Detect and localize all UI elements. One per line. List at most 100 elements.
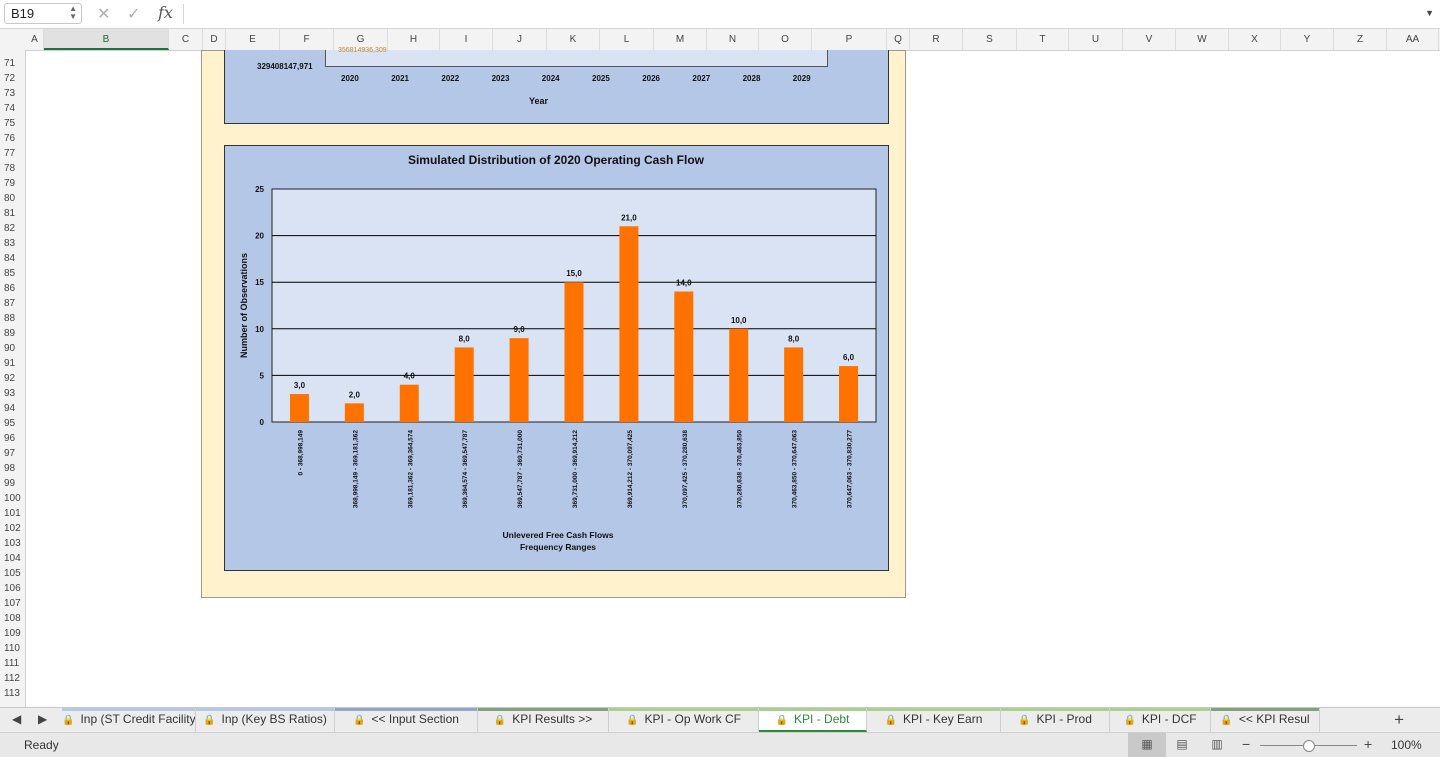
sheet-tab[interactable]: 🔒 << Input Section [335,708,478,732]
expand-formula-bar-icon[interactable]: ▼ [1425,8,1434,18]
row-header-84[interactable]: 84 [0,251,24,266]
row-header-100[interactable]: 100 [0,491,24,506]
name-box[interactable]: B19 ▲ ▼ [4,3,82,24]
row-header-73[interactable]: 73 [0,86,24,101]
row-header-71[interactable]: 71 [0,56,24,71]
row-header-109[interactable]: 109 [0,626,24,641]
row-header-104[interactable]: 104 [0,551,24,566]
sheet-tab[interactable]: 🔒 Inp (Key BS Ratios) [196,708,335,732]
row-header-80[interactable]: 80 [0,191,24,206]
row-header-79[interactable]: 79 [0,176,24,191]
row-header-106[interactable]: 106 [0,581,24,596]
column-header-D[interactable]: D [203,29,226,50]
page-break-view-icon[interactable]: ▥ [1208,737,1226,751]
row-header-89[interactable]: 89 [0,326,24,341]
prev-sheet-icon[interactable]: ◀ [12,712,21,726]
row-header-112[interactable]: 112 [0,671,24,686]
column-header-V[interactable]: V [1123,29,1176,50]
confirm-icon[interactable]: ✓ [127,4,140,24]
row-header-94[interactable]: 94 [0,401,24,416]
column-header-B[interactable]: B [44,29,169,50]
column-header-E[interactable]: E [226,29,280,50]
page-layout-view-icon[interactable]: ▤ [1173,737,1191,751]
row-header-97[interactable]: 97 [0,446,24,461]
sheet-tab[interactable]: 🔒 KPI - Prod [1001,708,1110,732]
name-box-spinner-icon[interactable]: ▲ ▼ [69,5,77,21]
column-header-N[interactable]: N [707,29,759,50]
row-header-111[interactable]: 111 [0,656,24,671]
row-header-110[interactable]: 110 [0,641,24,656]
row-header-87[interactable]: 87 [0,296,24,311]
row-header-113[interactable]: 113 [0,686,24,701]
column-header-I[interactable]: I [440,29,493,50]
sheet-tab[interactable]: 🔒 << KPI Resul [1211,708,1320,732]
column-header-M[interactable]: M [654,29,707,50]
normal-view-icon[interactable]: ▦ [1138,737,1156,751]
column-header-S[interactable]: S [963,29,1017,50]
sheet-tab[interactable]: 🔒 KPI - DCF [1110,708,1211,732]
row-header-93[interactable]: 93 [0,386,24,401]
row-header-91[interactable]: 91 [0,356,24,371]
row-header-82[interactable]: 82 [0,221,24,236]
row-header-99[interactable]: 99 [0,476,24,491]
row-header-77[interactable]: 77 [0,146,24,161]
column-header-F[interactable]: F [280,29,334,50]
add-sheet-button[interactable]: + [1394,710,1404,730]
zoom-level[interactable]: 100% [1391,738,1422,752]
column-header-R[interactable]: R [910,29,963,50]
row-header-95[interactable]: 95 [0,416,24,431]
bar [564,282,584,422]
column-header-C[interactable]: C [169,29,203,50]
column-header-O[interactable]: O [759,29,812,50]
row-header-83[interactable]: 83 [0,236,24,251]
sheet-tab[interactable]: 🔒 KPI - Debt [759,708,867,732]
row-header-72[interactable]: 72 [0,71,24,86]
column-header-Q[interactable]: Q [887,29,910,50]
sheet-tab[interactable]: 🔒 KPI - Key Earn [867,708,1001,732]
row-header-81[interactable]: 81 [0,206,24,221]
next-sheet-icon[interactable]: ▶ [38,712,47,726]
column-header-L[interactable]: L [600,29,654,50]
row-header-105[interactable]: 105 [0,566,24,581]
column-header-H[interactable]: H [388,29,440,50]
column-header-P[interactable]: P [812,29,887,50]
column-header-X[interactable]: X [1229,29,1281,50]
row-header-85[interactable]: 85 [0,266,24,281]
sheet-tab[interactable]: 🔒 KPI - Op Work CF [609,708,759,732]
row-header-78[interactable]: 78 [0,161,24,176]
zoom-slider-handle[interactable] [1303,740,1315,752]
row-header-76[interactable]: 76 [0,131,24,146]
row-header-107[interactable]: 107 [0,596,24,611]
zoom-out-button[interactable]: − [1242,736,1250,752]
row-header-75[interactable]: 75 [0,116,24,131]
row-header-102[interactable]: 102 [0,521,24,536]
row-header-108[interactable]: 108 [0,611,24,626]
row-header-96[interactable]: 96 [0,431,24,446]
formula-bar: B19 ▲ ▼ ✕ ✓ fx ▼ [0,0,1440,29]
data-label: 9,0 [514,325,526,334]
row-header-103[interactable]: 103 [0,536,24,551]
column-header-J[interactable]: J [493,29,547,50]
formula-input[interactable] [190,4,1415,24]
column-header-U[interactable]: U [1069,29,1123,50]
y-tick-label: 5 [260,371,265,380]
column-header-A[interactable]: A [26,29,44,50]
column-header-Y[interactable]: Y [1281,29,1334,50]
row-header-98[interactable]: 98 [0,461,24,476]
row-header-86[interactable]: 86 [0,281,24,296]
sheet-tab[interactable]: 🔒 KPI Results >> [478,708,609,732]
column-header-W[interactable]: W [1176,29,1229,50]
sheet-tab[interactable]: 🔒 Inp (ST Credit Facility) [62,708,196,732]
column-header-Z[interactable]: Z [1334,29,1387,50]
row-header-92[interactable]: 92 [0,371,24,386]
insert-function-icon[interactable]: fx [158,3,173,22]
row-header-88[interactable]: 88 [0,311,24,326]
row-header-101[interactable]: 101 [0,506,24,521]
column-header-AA[interactable]: AA [1387,29,1439,50]
zoom-in-button[interactable]: + [1364,736,1372,752]
row-header-90[interactable]: 90 [0,341,24,356]
column-header-T[interactable]: T [1017,29,1069,50]
column-header-K[interactable]: K [547,29,600,50]
row-header-74[interactable]: 74 [0,101,24,116]
cancel-icon[interactable]: ✕ [97,4,110,24]
